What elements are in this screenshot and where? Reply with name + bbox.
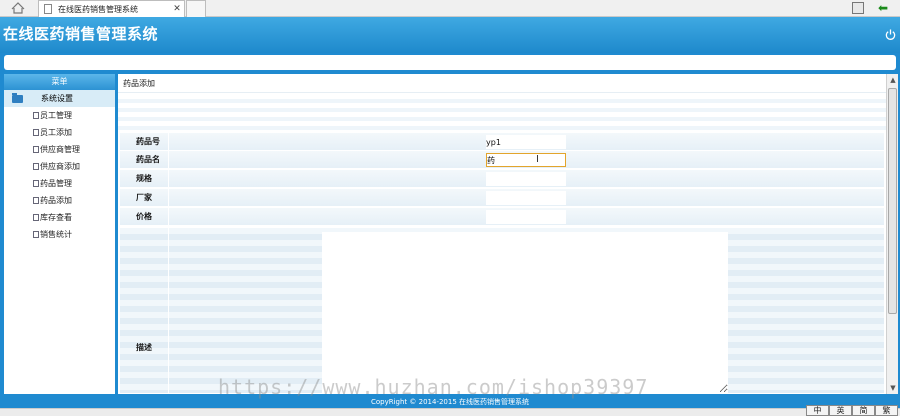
menu-group-system-settings[interactable]: 系统设置	[4, 90, 115, 107]
browser-tabbar: 在线医药销售管理系统 ✕ ⬅	[0, 0, 900, 17]
sidebar: 菜单 系统设置 员工管理 员工添加 供应商管理 供应商添加 药品管理 药品添加 …	[4, 74, 115, 394]
folder-icon	[12, 92, 23, 103]
home-icon[interactable]	[11, 2, 25, 14]
sidebar-item-label: 员工管理	[40, 111, 72, 120]
page-icon	[33, 197, 39, 204]
ime-chinese-button[interactable]: 中	[806, 405, 829, 416]
scroll-down-icon[interactable]: ▼	[887, 382, 899, 394]
row-divider	[168, 151, 169, 169]
scroll-up-icon[interactable]: ▲	[887, 74, 899, 86]
tab-title: 在线医药销售管理系统	[58, 4, 138, 14]
ime-simplified-button[interactable]: 简	[852, 405, 875, 416]
sidebar-item-label: 供应商管理	[40, 145, 80, 154]
menu-group-label: 系统设置	[41, 94, 73, 103]
ime-toolbar: 中 英 简 繁	[806, 405, 898, 416]
form-header-band	[118, 94, 886, 132]
drug-no-input[interactable]	[486, 135, 566, 149]
sidebar-item-label: 库存查看	[40, 213, 72, 222]
drug-name-input[interactable]	[486, 153, 566, 167]
content-scrollbar[interactable]: ▲ ▼	[886, 74, 898, 394]
ime-traditional-button[interactable]: 繁	[875, 405, 898, 416]
sidebar-item-label: 员工添加	[40, 128, 72, 137]
spec-input[interactable]	[486, 172, 566, 186]
new-tab-button[interactable]	[186, 0, 206, 17]
ime-english-button[interactable]: 英	[829, 405, 852, 416]
breadcrumb: 药品添加	[118, 74, 886, 93]
row-divider	[168, 208, 169, 226]
field-label: 描述	[136, 343, 152, 352]
sidebar-item-label: 药品添加	[40, 196, 72, 205]
back-arrow-icon[interactable]: ⬅	[878, 1, 888, 15]
sidebar-item-employee-manage[interactable]: 员工管理	[4, 107, 115, 124]
menu-header: 菜单	[4, 74, 115, 90]
scroll-thumb[interactable]	[888, 88, 897, 314]
sidebar-item-drug-add[interactable]: 药品添加	[4, 192, 115, 209]
watermark-text: https://www.huzhan.com/ishop39397	[218, 375, 649, 399]
row-divider	[168, 170, 169, 188]
sidebar-item-label: 药品管理	[40, 179, 72, 188]
page-icon	[33, 146, 39, 153]
sidebar-item-employee-add[interactable]: 员工添加	[4, 124, 115, 141]
form-row-description: 描述	[120, 228, 884, 393]
form-row-drug-name: 药品名 I	[120, 151, 884, 169]
page-icon	[33, 214, 39, 221]
app-title: 在线医药销售管理系统	[3, 25, 159, 43]
page-icon	[33, 231, 39, 238]
sidebar-item-label: 供应商添加	[40, 162, 80, 171]
browser-tab[interactable]: 在线医药销售管理系统 ✕	[38, 0, 185, 17]
field-label: 规格	[136, 174, 152, 183]
sidebar-item-stock-view[interactable]: 库存查看	[4, 209, 115, 226]
sidebar-item-label: 销售统计	[40, 230, 72, 239]
price-input[interactable]	[486, 210, 566, 224]
form-row-spec: 规格	[120, 170, 884, 188]
form-row-price: 价格	[120, 208, 884, 226]
power-icon[interactable]	[885, 29, 896, 40]
page-icon	[33, 180, 39, 187]
field-label: 价格	[136, 212, 152, 221]
page-icon	[33, 129, 39, 136]
form-row-maker: 厂家	[120, 189, 884, 207]
sidebar-item-supplier-add[interactable]: 供应商添加	[4, 158, 115, 175]
toolbar-panel	[4, 55, 896, 70]
page-icon	[44, 4, 52, 14]
row-divider	[168, 189, 169, 207]
row-divider	[168, 228, 169, 393]
field-label: 药品名	[136, 155, 160, 164]
sidebar-item-drug-manage[interactable]: 药品管理	[4, 175, 115, 192]
close-icon[interactable]: ✕	[170, 4, 184, 14]
description-textarea[interactable]	[322, 232, 728, 393]
form-row-drug-no: 药品号	[120, 133, 884, 151]
sidebar-item-supplier-manage[interactable]: 供应商管理	[4, 141, 115, 158]
field-label: 厂家	[136, 193, 152, 202]
sidebar-item-sales-stats[interactable]: 销售统计	[4, 226, 115, 243]
content-panel: 药品添加 药品号 药品名 I 规格 厂家 价格 描述	[118, 74, 886, 394]
row-divider	[168, 133, 169, 151]
top-toolbar	[0, 53, 900, 73]
page-icon	[33, 112, 39, 119]
browser-statusbar	[0, 408, 900, 416]
maker-input[interactable]	[486, 191, 566, 205]
page-settings-icon[interactable]	[852, 2, 864, 14]
page-icon	[33, 163, 39, 170]
text-cursor-icon: I	[536, 154, 539, 165]
field-label: 药品号	[136, 137, 160, 146]
app-header: 在线医药销售管理系统	[0, 17, 900, 53]
